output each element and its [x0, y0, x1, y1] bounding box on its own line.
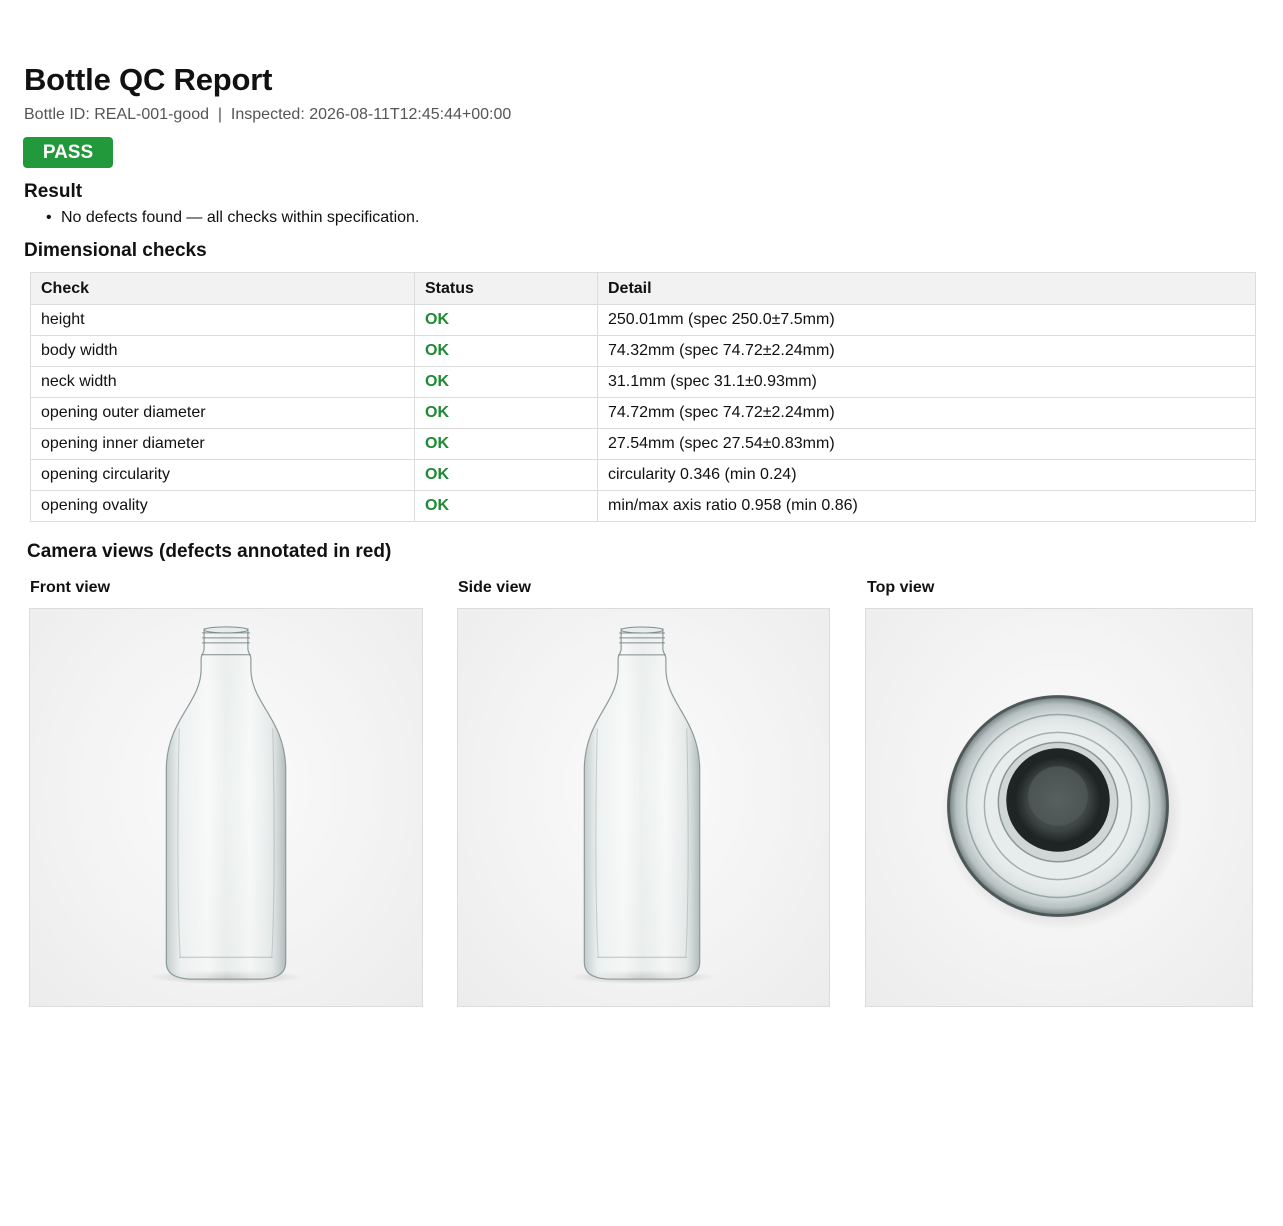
check-name: opening outer diameter — [30, 397, 415, 429]
table-row: opening ovality OK min/max axis ratio 0.… — [30, 490, 1256, 522]
column-header-check: Check — [30, 272, 415, 305]
check-detail: 74.32mm (spec 74.72±2.24mm) — [597, 335, 1256, 367]
check-status: OK — [414, 490, 598, 522]
check-name: body width — [30, 335, 415, 367]
check-status: OK — [414, 366, 598, 398]
side-view-image[interactable] — [457, 608, 830, 1007]
table-row: opening circularity OK circularity 0.346… — [30, 459, 1256, 491]
camera-views-heading: Camera views (defects annotated in red) — [27, 541, 392, 562]
check-name: opening inner diameter — [30, 428, 415, 460]
check-name: opening circularity — [30, 459, 415, 491]
check-status: OK — [414, 335, 598, 367]
bottle-side-image — [568, 626, 716, 985]
bottle-top-image — [940, 695, 1184, 931]
front-view-image[interactable] — [29, 608, 423, 1007]
column-header-status: Status — [414, 272, 598, 305]
report-meta: Bottle ID: REAL-001-good | Inspected: 20… — [24, 106, 512, 123]
check-name: opening ovality — [30, 490, 415, 522]
table-row: body width OK 74.32mm (spec 74.72±2.24mm… — [30, 335, 1256, 367]
check-status: OK — [414, 397, 598, 429]
check-status: OK — [414, 459, 598, 491]
check-detail: 31.1mm (spec 31.1±0.93mm) — [597, 366, 1256, 398]
side-view-label: Side view — [458, 579, 531, 596]
dimensional-checks-table: Check Status Detail height OK 250.01mm (… — [30, 272, 1256, 522]
check-status: OK — [414, 428, 598, 460]
result-item: No defects found — all checks within spe… — [46, 209, 419, 227]
check-status: OK — [414, 304, 598, 336]
table-row: neck width OK 31.1mm (spec 31.1±0.93mm) — [30, 366, 1256, 398]
result-list: No defects found — all checks within spe… — [46, 209, 419, 227]
check-detail: min/max axis ratio 0.958 (min 0.86) — [597, 490, 1256, 522]
dimensional-heading: Dimensional checks — [24, 240, 207, 261]
table-row: opening inner diameter OK 27.54mm (spec … — [30, 428, 1256, 460]
top-view-image[interactable] — [865, 608, 1253, 1007]
top-view-label: Top view — [867, 579, 935, 596]
front-view-label: Front view — [30, 579, 111, 596]
table-header-row: Check Status Detail — [30, 272, 1256, 305]
check-detail: 250.01mm (spec 250.0±7.5mm) — [597, 304, 1256, 336]
check-detail: circularity 0.346 (min 0.24) — [597, 459, 1256, 491]
check-name: neck width — [30, 366, 415, 398]
page-title: Bottle QC Report — [24, 62, 273, 97]
check-name: height — [30, 304, 415, 336]
table-row: height OK 250.01mm (spec 250.0±7.5mm) — [30, 304, 1256, 336]
check-detail: 74.72mm (spec 74.72±2.24mm) — [597, 397, 1256, 429]
status-badge: PASS — [23, 137, 113, 168]
bottle-front-image — [148, 626, 304, 985]
column-header-detail: Detail — [597, 272, 1256, 305]
result-heading: Result — [24, 181, 83, 202]
check-detail: 27.54mm (spec 27.54±0.83mm) — [597, 428, 1256, 460]
table-row: opening outer diameter OK 74.72mm (spec … — [30, 397, 1256, 429]
